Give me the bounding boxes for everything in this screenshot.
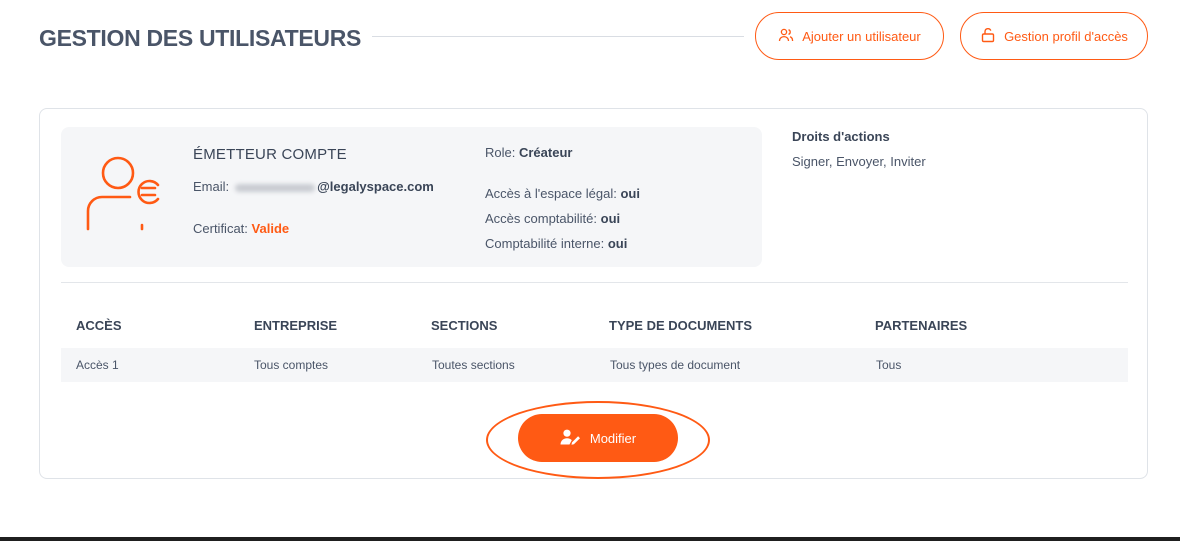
internal-accounting-value: oui: [607, 236, 628, 251]
email-domain: @legalyspace.com: [317, 179, 434, 194]
internal-accounting-line: Comptabilité interne: oui: [485, 236, 627, 251]
rights-value: Signer, Envoyer, Inviter: [792, 154, 926, 169]
certificate-label: Certificat:: [193, 221, 248, 236]
add-user-label: Ajouter un utilisateur: [802, 28, 921, 44]
modify-button[interactable]: Modifier: [518, 414, 678, 462]
legal-space-value: oui: [620, 186, 640, 201]
accounting-value: oui: [600, 211, 621, 226]
table-cell-document-types: Tous types de document: [610, 358, 741, 372]
rights-title: Droits d'actions: [792, 129, 890, 144]
certificate-line: Certificat: Valide: [193, 221, 289, 236]
page-header: GESTION DES UTILISATEURS Ajouter un util…: [39, 12, 1148, 60]
user-euro-icon: [86, 156, 160, 231]
access-profile-label: Gestion profil d'accès: [1004, 28, 1128, 44]
legal-space-label: Accès à l'espace légal:: [485, 186, 617, 201]
role-label: Role:: [485, 145, 516, 160]
access-profile-button[interactable]: Gestion profil d'accès: [960, 12, 1148, 60]
column-header-partners: PARTENAIRES: [875, 318, 968, 333]
user-edit-icon: [560, 429, 582, 448]
column-header-access: ACCÈS: [76, 318, 122, 333]
accounting-label: Accès comptabilité:: [485, 211, 597, 226]
email-line: Email: @legalyspace.com: [193, 179, 434, 194]
page-title: GESTION DES UTILISATEURS: [39, 25, 362, 51]
accounting-line: Accès comptabilité: oui: [485, 211, 620, 226]
table-cell-sections: Toutes sections: [432, 358, 515, 372]
account-title: ÉMETTEUR COMPTE: [193, 146, 347, 163]
table-cell-access: Accès 1: [76, 358, 119, 372]
role-line: Role: Créateur: [485, 145, 572, 160]
role-value: Créateur: [518, 145, 573, 160]
column-header-document-types: TYPE DE DOCUMENTS: [609, 318, 753, 333]
column-header-sections: SECTIONS: [431, 318, 498, 333]
section-divider: [61, 282, 1128, 283]
legal-space-line: Accès à l'espace légal: oui: [485, 186, 640, 201]
table-cell-partners: Tous: [876, 358, 902, 372]
table-cell-company: Tous comptes: [254, 358, 329, 372]
title-divider: [372, 36, 744, 37]
column-header-company: ENTREPRISE: [254, 318, 338, 333]
certificate-status: Valide: [251, 221, 290, 236]
email-label: Email:: [193, 179, 230, 194]
user-card: ÉMETTEUR COMPTE Email: @legalyspace.com C…: [39, 108, 1148, 479]
table-row: [61, 348, 1128, 382]
modify-label: Modifier: [589, 430, 637, 446]
internal-accounting-label: Comptabilité interne:: [485, 236, 605, 251]
account-info-box: ÉMETTEUR COMPTE Email: @legalyspace.com C…: [61, 127, 762, 267]
add-user-button[interactable]: Ajouter un utilisateur: [755, 12, 944, 60]
users-icon: [778, 27, 794, 46]
unlock-icon: [980, 27, 996, 46]
bottom-bar: [0, 537, 1180, 541]
email-redacted: [235, 183, 316, 192]
